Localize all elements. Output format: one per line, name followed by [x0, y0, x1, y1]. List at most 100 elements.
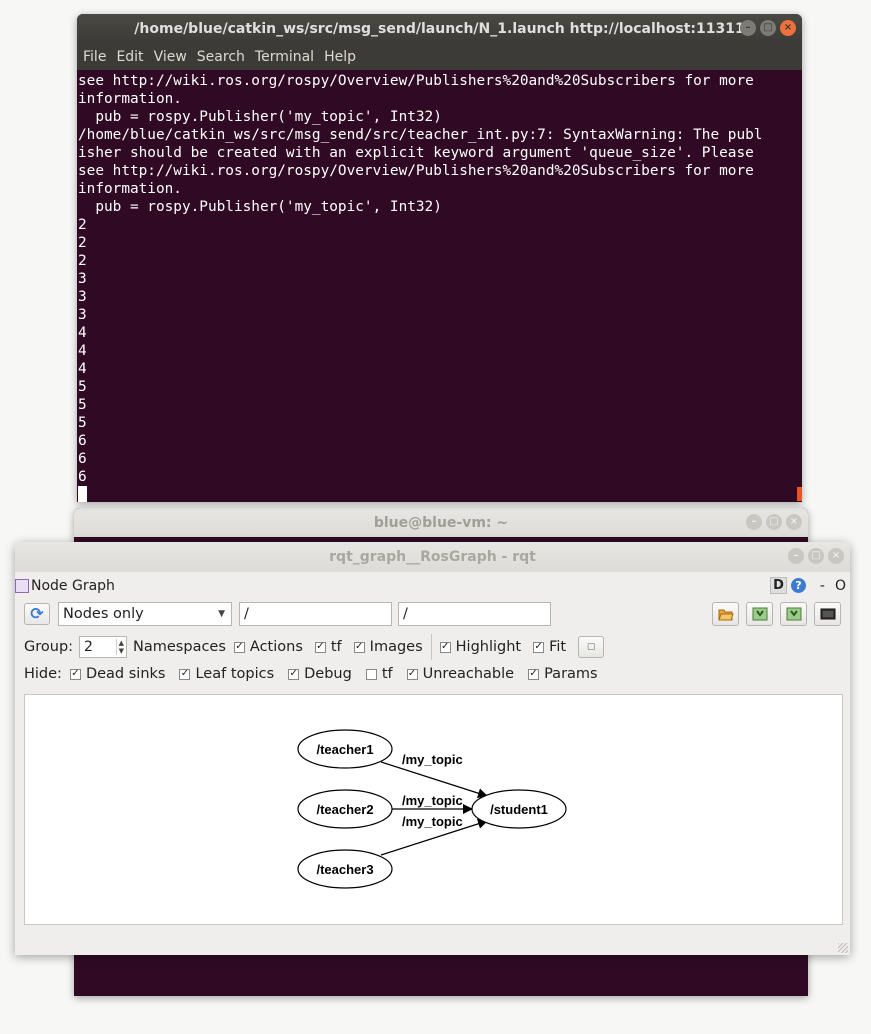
group-label: Group:: [24, 639, 74, 655]
unreachable-option[interactable]: ✓ Unreachable: [406, 666, 515, 682]
terminal-line: 6: [78, 469, 87, 485]
terminal-line: 2: [78, 235, 87, 251]
terminal-line: see http://wiki.ros.org/rospy/Overview/P…: [78, 163, 754, 179]
menu-view[interactable]: View: [154, 49, 193, 65]
scrollbar-marker[interactable]: [797, 487, 802, 501]
terminal-line: 3: [78, 271, 87, 287]
tf-hide-label: tf: [381, 666, 393, 682]
terminal-line: 3: [78, 289, 87, 305]
topic-filter-input[interactable]: /: [398, 602, 551, 626]
actions-option[interactable]: ✓ Actions: [233, 639, 303, 655]
terminal-main-titlebar[interactable]: /home/blue/catkin_ws/src/msg_send/launch…: [77, 14, 802, 43]
debug-option[interactable]: ✓ Debug: [288, 666, 352, 682]
terminal-output[interactable]: see http://wiki.ros.org/rospy/Overview/P…: [77, 70, 802, 502]
save-dot-button[interactable]: [746, 602, 773, 626]
ros-graph[interactable]: /my_topic /my_topic /my_topic /teacher1 …: [25, 695, 842, 924]
toolbar-row: ⟳ Nodes only ▼ / /: [24, 602, 841, 626]
terminal-back-title: blue@blue-vm: ~: [373, 514, 509, 531]
terminal-window-main[interactable]: /home/blue/catkin_ws/src/msg_send/launch…: [77, 14, 802, 502]
menu-terminal[interactable]: Terminal: [255, 49, 320, 65]
graph-node-teacher1[interactable]: /teacher1: [297, 729, 393, 769]
edge-label-1: /my_topic: [402, 752, 463, 767]
terminal-line: pub = rospy.Publisher('my_topic', Int32): [78, 109, 442, 125]
help-icon[interactable]: ?: [790, 578, 806, 593]
checkbox[interactable]: ✓: [528, 668, 540, 680]
graph-edge-teacher1-student1[interactable]: [380, 761, 488, 799]
graph-canvas[interactable]: /my_topic /my_topic /my_topic /teacher1 …: [24, 694, 843, 925]
node-filter-input[interactable]: /: [239, 602, 392, 626]
view-mode-select[interactable]: Nodes only ▼: [58, 602, 232, 626]
terminal-back-titlebar[interactable]: blue@blue-vm: ~ – □ ×: [74, 508, 808, 537]
plugin-title: Node Graph: [31, 578, 115, 594]
graph-node-teacher3[interactable]: /teacher3: [297, 849, 393, 889]
params-label: Params: [544, 666, 598, 682]
checkbox[interactable]: ✓: [406, 668, 418, 680]
close-button[interactable]: ×: [828, 548, 844, 564]
graph-node-teacher2[interactable]: /teacher2: [297, 789, 393, 829]
menu-edit[interactable]: Edit: [116, 49, 149, 65]
close-button[interactable]: ×: [780, 20, 796, 36]
checkbox[interactable]: ✓: [69, 668, 81, 680]
params-option[interactable]: ✓ Params: [528, 666, 598, 682]
menu-file[interactable]: File: [83, 49, 112, 65]
dead-sinks-option[interactable]: ✓ Dead sinks: [69, 666, 165, 682]
fit-option[interactable]: ✓ Fit: [533, 639, 566, 655]
menu-help[interactable]: Help: [324, 49, 362, 65]
close-button[interactable]: ×: [786, 514, 802, 530]
minimize-button[interactable]: –: [746, 514, 762, 530]
minimize-button[interactable]: –: [788, 548, 804, 564]
checkbox[interactable]: ✓: [288, 668, 300, 680]
terminal-line: 4: [78, 325, 87, 341]
checkbox[interactable]: [365, 668, 377, 680]
actions-label: Actions: [249, 639, 303, 655]
screenshot-icon: [820, 608, 835, 620]
load-dot-button[interactable]: [712, 602, 739, 626]
close-plugin-button[interactable]: O: [835, 578, 846, 594]
checkbox[interactable]: ✓: [533, 641, 545, 653]
checkbox[interactable]: ✓: [353, 641, 365, 653]
terminal-line: 6: [78, 451, 87, 467]
terminal-menubar: File Edit View Search Terminal Help: [77, 43, 802, 70]
terminal-line: isher should be created with an explicit…: [78, 145, 754, 161]
highlight-option[interactable]: ✓ Highlight: [439, 639, 521, 655]
maximize-button[interactable]: □: [808, 548, 824, 564]
save-image-button[interactable]: [814, 602, 841, 626]
maximize-button[interactable]: □: [760, 20, 776, 36]
maximize-button[interactable]: □: [766, 514, 782, 530]
group-spinbox[interactable]: 2 ▲ ▼: [79, 636, 128, 658]
group-options-row: Group: 2 ▲ ▼ Namespaces ✓ Actions ✓ tf ✓ Ima…: [24, 634, 605, 660]
resize-grip[interactable]: [838, 943, 848, 953]
minimize-plugin-button[interactable]: -: [820, 578, 825, 594]
tf-group-option[interactable]: ✓ tf: [314, 639, 342, 655]
save-dot-icon: [752, 607, 767, 621]
fit-in-view-button[interactable]: ▢: [578, 636, 605, 658]
spin-arrows-icon[interactable]: ▲ ▼: [115, 639, 126, 655]
graph-node-student1[interactable]: /student1: [471, 789, 567, 829]
unreachable-label: Unreachable: [422, 666, 515, 682]
node-label-teacher3: /teacher3: [316, 862, 373, 877]
menu-search[interactable]: Search: [197, 49, 251, 65]
topic-filter-value: /: [403, 606, 408, 622]
view-mode-value: Nodes only: [63, 606, 144, 622]
images-option[interactable]: ✓ Images: [353, 639, 423, 655]
terminal-line: pub = rospy.Publisher('my_topic', Int32): [78, 199, 442, 215]
chevron-down-icon: ▼: [218, 609, 225, 619]
checkbox[interactable]: ✓: [233, 641, 245, 653]
tf-hide-option[interactable]: tf: [365, 666, 393, 682]
terminal-line: 5: [78, 397, 87, 413]
rqt-window[interactable]: rqt_graph__RosGraph - rqt – □ × Node Gra…: [15, 542, 850, 955]
save-svg-button[interactable]: [780, 602, 807, 626]
checkbox[interactable]: ✓: [439, 641, 451, 653]
namespaces-option[interactable]: Namespaces: [133, 639, 226, 655]
checkbox[interactable]: ✓: [179, 668, 191, 680]
refresh-button[interactable]: ⟳: [24, 603, 50, 625]
checkbox[interactable]: ✓: [314, 641, 326, 653]
refresh-icon: ⟳: [30, 604, 44, 623]
terminal-cursor: [78, 486, 87, 502]
minimize-button[interactable]: –: [740, 20, 756, 36]
leaf-topics-option[interactable]: ✓ Leaf topics: [179, 666, 274, 682]
dock-button[interactable]: D: [770, 577, 787, 594]
terminal-line: 5: [78, 379, 87, 395]
rqt-titlebar[interactable]: rqt_graph__RosGraph - rqt – □ ×: [15, 542, 850, 572]
namespaces-label: Namespaces: [133, 639, 226, 655]
